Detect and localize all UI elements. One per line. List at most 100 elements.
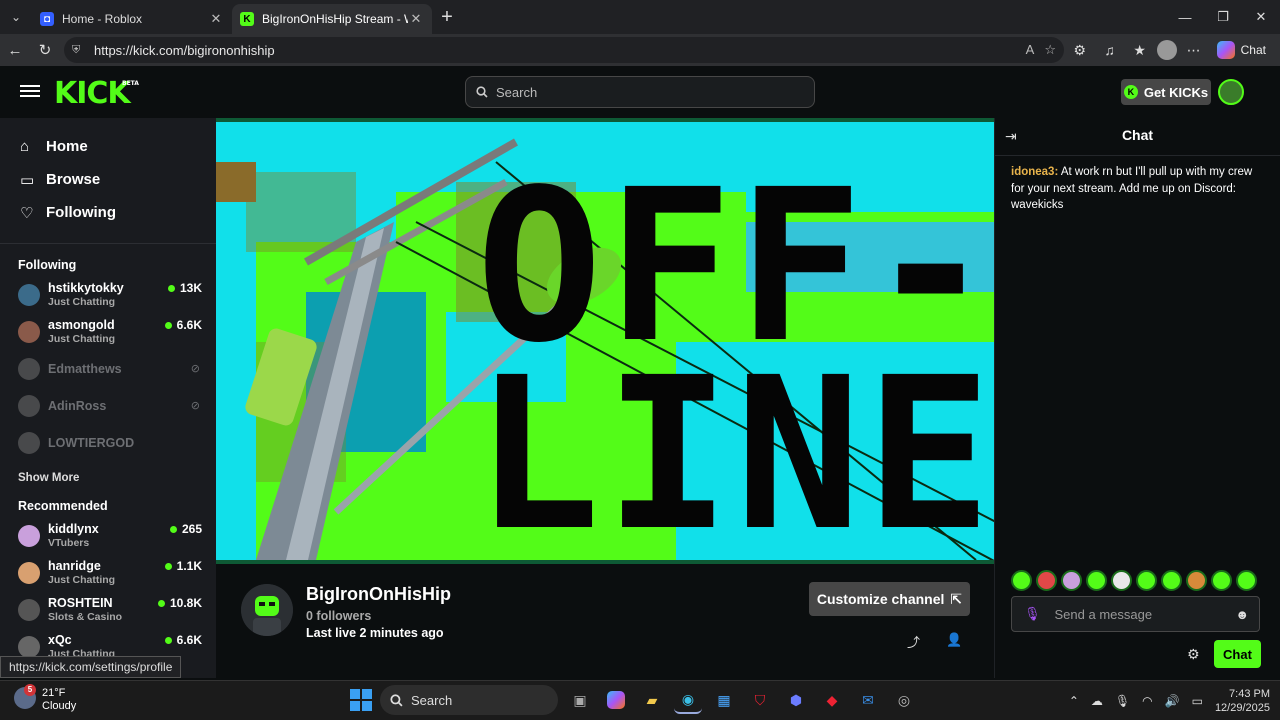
chat-username[interactable]: idonea3: — [1011, 166, 1058, 178]
channel-name[interactable]: BigIronOnHisHip — [306, 584, 451, 605]
refresh-icon[interactable]: ↻ — [30, 34, 60, 66]
windows-taskbar: 5 21°F Cloudy Search ▣ ▰ ◉ ▦ ⛉ ⬢ ◆ ✉ ◎ ⌃ … — [0, 680, 1280, 720]
share-icon[interactable]: ⤴ — [907, 632, 920, 651]
roblox-app-icon[interactable]: ◆ — [818, 686, 846, 714]
favorites-icon[interactable]: ★ — [1127, 42, 1153, 59]
divider — [0, 243, 216, 244]
tray-chevron-icon[interactable]: ⌃ — [1069, 694, 1079, 708]
frog-avatar-icon — [241, 584, 293, 636]
battery-icon[interactable]: ▭ — [1192, 694, 1203, 708]
extensions-icon[interactable]: ⚙ — [1067, 42, 1093, 59]
read-aloud-icon[interactable]: A — [1026, 42, 1035, 58]
kicks-coin-icon: K — [1123, 85, 1138, 99]
clock[interactable]: 7:43 PM 12/29/2025 — [1215, 687, 1270, 715]
emote-icon[interactable] — [1036, 570, 1057, 591]
weather-widget[interactable]: 5 21°F Cloudy — [14, 684, 76, 713]
customize-channel-button[interactable]: Customize channel ⇱ — [809, 582, 970, 616]
microphone-icon[interactable]: 🎙 — [1024, 606, 1041, 622]
hamburger-menu-icon[interactable] — [20, 82, 40, 102]
mic-tray-icon[interactable]: 🎙 — [1115, 694, 1130, 708]
store-icon[interactable]: ▦ — [710, 686, 738, 714]
get-kicks-button[interactable]: K Get KICKs — [1121, 79, 1211, 105]
back-icon[interactable]: ← — [0, 34, 30, 66]
windows-start-icon[interactable] — [350, 689, 372, 711]
logo-text: KICK — [54, 76, 131, 111]
copilot-chat-button[interactable]: Chat — [1211, 41, 1272, 59]
more-menu-icon[interactable]: ⋯ — [1181, 42, 1207, 59]
channel-item-adinross[interactable]: AdinRoss ⊘ — [0, 387, 216, 424]
last-live: Last live 2 minutes ago — [306, 626, 444, 640]
site-info-icon[interactable]: ⛨ — [72, 44, 88, 57]
user-avatar[interactable] — [1218, 79, 1244, 105]
file-explorer-icon[interactable]: ▰ — [638, 686, 666, 714]
weather-temp: 21°F — [42, 687, 66, 699]
app-hex-icon[interactable]: ⬢ — [782, 686, 810, 714]
profile-avatar[interactable] — [1156, 40, 1177, 60]
outlook-icon[interactable]: ✉ — [854, 686, 882, 714]
channel-item-lowtiergod[interactable]: LOWTIERGOD — [0, 424, 216, 461]
avatar — [18, 598, 40, 621]
sidebar-item-following[interactable]: ♡ Following — [0, 196, 216, 229]
new-tab-button[interactable]: + — [432, 6, 462, 29]
collections-icon[interactable]: ♫ — [1097, 42, 1123, 58]
live-dot-icon — [157, 599, 165, 607]
tab-roblox[interactable]: ◘ Home - Roblox ✕ — [32, 4, 232, 34]
avatar — [18, 635, 40, 658]
close-tab-icon[interactable]: ✕ — [408, 11, 424, 27]
task-view-icon[interactable]: ▣ — [566, 686, 594, 714]
tab-list-menu-icon[interactable]: ⌄ — [0, 0, 32, 34]
emote-icon[interactable] — [1211, 570, 1232, 591]
minimize-icon[interactable]: — — [1166, 0, 1204, 34]
channel-item-kiddlynx[interactable]: kiddlynx VTubers 265 — [0, 517, 216, 554]
tab-kick[interactable]: K BigIronOnHisHip Stream - Watch Live on… — [232, 4, 432, 34]
channel-item-asmongold[interactable]: asmongold Just Chatting 6.6K — [0, 313, 216, 350]
channel-avatar[interactable] — [241, 584, 293, 636]
emoji-icon[interactable]: ☻ — [1235, 607, 1249, 622]
mcafee-icon[interactable]: ⛉ — [746, 686, 774, 714]
channel-item-hstikkytokky[interactable]: hstikkytokky Just Chatting 13K — [0, 276, 216, 313]
chat-input-placeholder: Send a message — [1054, 606, 1153, 622]
viewer-count: 1.1K — [164, 559, 202, 573]
volume-icon[interactable]: 🔊 — [1165, 694, 1180, 708]
emote-icon[interactable] — [1236, 570, 1257, 591]
emote-icon[interactable] — [1061, 570, 1082, 591]
viewer-count: 10.8K — [157, 596, 202, 610]
avatar — [18, 431, 40, 454]
search-input[interactable]: Search — [465, 76, 815, 108]
channel-item-roshtein[interactable]: ROSHTEIN Slots & Casino 10.8K — [0, 591, 216, 628]
kick-logo[interactable]: KICK BETA — [54, 76, 139, 111]
emote-icon[interactable] — [1086, 570, 1107, 591]
channel-item-edmatthews[interactable]: Edmatthews ⊘ — [0, 350, 216, 387]
close-tab-icon[interactable]: ✕ — [208, 11, 224, 27]
system-tray: ⌃ ☁ 🎙 ◠ 🔊 ▭ 7:43 PM 12/29/2025 — [1069, 687, 1270, 715]
copilot-app-icon[interactable] — [602, 686, 630, 714]
emote-icon[interactable] — [1161, 570, 1182, 591]
emote-icon[interactable] — [1136, 570, 1157, 591]
restore-icon[interactable]: ❐ — [1204, 0, 1242, 34]
url-field[interactable]: ⛨ https://kick.com/bigirononhiship A ☆ — [64, 37, 1064, 63]
edge-icon[interactable]: ◉ — [674, 686, 702, 714]
sidebar-item-label: Browse — [46, 171, 101, 188]
emote-bar — [1011, 570, 1257, 591]
wifi-icon[interactable]: ◠ — [1142, 694, 1152, 708]
sidebar-item-home[interactable]: ⌂ Home — [0, 130, 216, 163]
window-controls: — ❐ ✕ — [1166, 0, 1280, 34]
sidebar-item-browse[interactable]: ▭ Browse — [0, 163, 216, 196]
emote-icon[interactable] — [1011, 570, 1032, 591]
emote-icon[interactable] — [1186, 570, 1207, 591]
chrome-icon[interactable]: ◎ — [890, 686, 918, 714]
chat-settings-gear-icon[interactable]: ⚙ — [1187, 646, 1200, 663]
chat-send-button[interactable]: Chat — [1214, 640, 1261, 668]
show-more-button[interactable]: Show More — [0, 461, 216, 495]
live-dot-icon — [164, 562, 172, 570]
onedrive-icon[interactable]: ☁ — [1091, 694, 1103, 708]
close-window-icon[interactable]: ✕ — [1242, 0, 1280, 34]
emote-icon[interactable] — [1111, 570, 1132, 591]
offline-banner[interactable]: OFF- LINE — [216, 118, 994, 564]
favorite-star-icon[interactable]: ☆ — [1044, 42, 1056, 58]
add-friend-icon[interactable]: 👤 — [946, 632, 962, 648]
taskbar-search[interactable]: Search — [380, 685, 558, 715]
chat-input[interactable]: 🎙 Send a message ☻ — [1011, 596, 1260, 632]
channel-item-hanridge[interactable]: hanridge Just Chatting 1.1K — [0, 554, 216, 591]
viewer-count: 265 — [169, 522, 202, 536]
